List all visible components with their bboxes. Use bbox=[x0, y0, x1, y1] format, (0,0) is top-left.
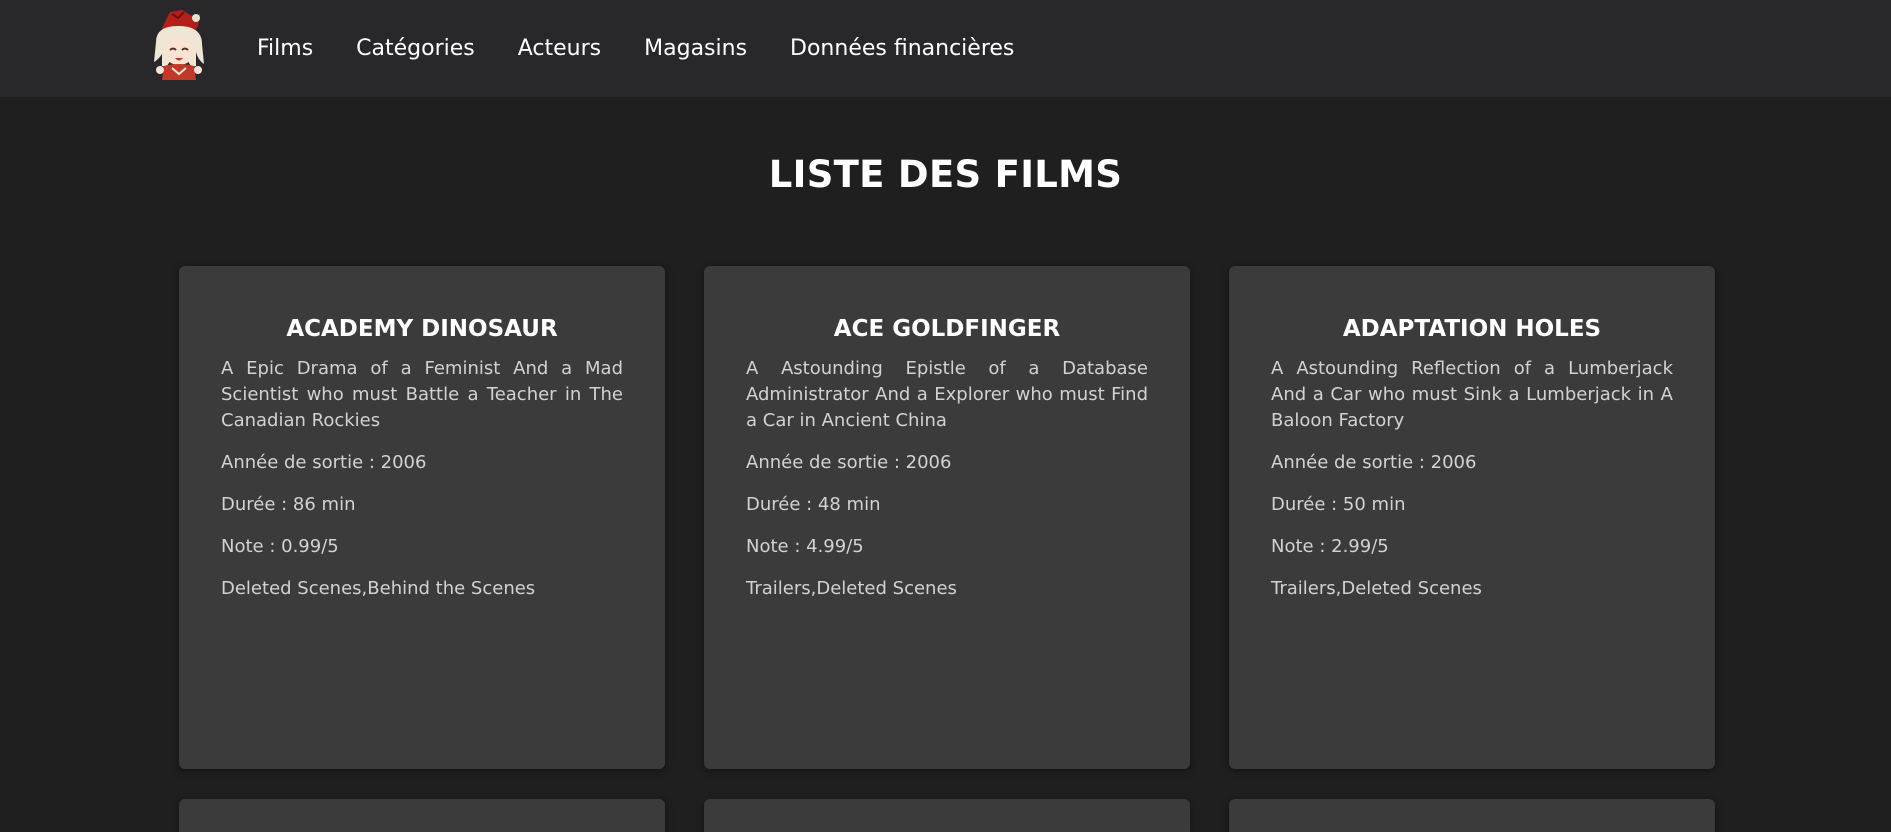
film-description: A Epic Drama of a Feminist And a Mad Sci… bbox=[221, 358, 623, 431]
film-card-partial[interactable] bbox=[179, 799, 665, 832]
top-navbar: Films Catégories Acteurs Magasins Donnée… bbox=[0, 0, 1891, 97]
film-release-year: Année de sortie : 2006 bbox=[746, 452, 952, 473]
film-rating: Note : 2.99/5 bbox=[1271, 536, 1389, 557]
site-logo[interactable] bbox=[148, 8, 209, 82]
film-duration: Durée : 86 min bbox=[221, 494, 356, 515]
film-card[interactable]: ACADEMY DINOSAUR A Epic Drama of a Femin… bbox=[179, 266, 665, 769]
film-release-year: Année de sortie : 2006 bbox=[1271, 452, 1477, 473]
film-card[interactable]: ADAPTATION HOLES A Astounding Reflection… bbox=[1229, 266, 1715, 769]
film-rating: Note : 0.99/5 bbox=[221, 536, 339, 557]
nav-link-categories[interactable]: Catégories bbox=[356, 34, 475, 64]
film-title: ACE GOLDFINGER bbox=[833, 316, 1061, 342]
main-nav: Films Catégories Acteurs Magasins Donnée… bbox=[257, 34, 1014, 64]
film-card[interactable]: ACE GOLDFINGER A Astounding Epistle of a… bbox=[704, 266, 1190, 769]
film-rating: Note : 4.99/5 bbox=[746, 536, 864, 557]
film-special-features: Trailers,Deleted Scenes bbox=[746, 578, 957, 599]
film-special-features: Trailers,Deleted Scenes bbox=[1271, 578, 1482, 599]
film-duration: Durée : 48 min bbox=[746, 494, 881, 515]
film-card-partial[interactable] bbox=[704, 799, 1190, 832]
film-description: A Astounding Reflection of a Lumberjack … bbox=[1271, 358, 1673, 431]
film-card-partial[interactable] bbox=[1229, 799, 1715, 832]
film-description: A Astounding Epistle of a Database Admin… bbox=[746, 358, 1148, 431]
page-title: LISTE DES FILMS bbox=[768, 153, 1123, 196]
nav-link-films[interactable]: Films bbox=[257, 34, 313, 64]
film-release-year: Année de sortie : 2006 bbox=[221, 452, 427, 473]
nav-link-financial-data[interactable]: Données financières bbox=[790, 34, 1014, 64]
nav-link-stores[interactable]: Magasins bbox=[644, 34, 747, 64]
film-special-features: Deleted Scenes,Behind the Scenes bbox=[221, 578, 536, 599]
film-title: ADAPTATION HOLES bbox=[1342, 316, 1602, 342]
nav-link-actors[interactable]: Acteurs bbox=[518, 34, 601, 64]
chibi-avatar-icon bbox=[154, 10, 204, 80]
film-title: ACADEMY DINOSAUR bbox=[286, 316, 558, 342]
film-duration: Durée : 50 min bbox=[1271, 494, 1406, 515]
